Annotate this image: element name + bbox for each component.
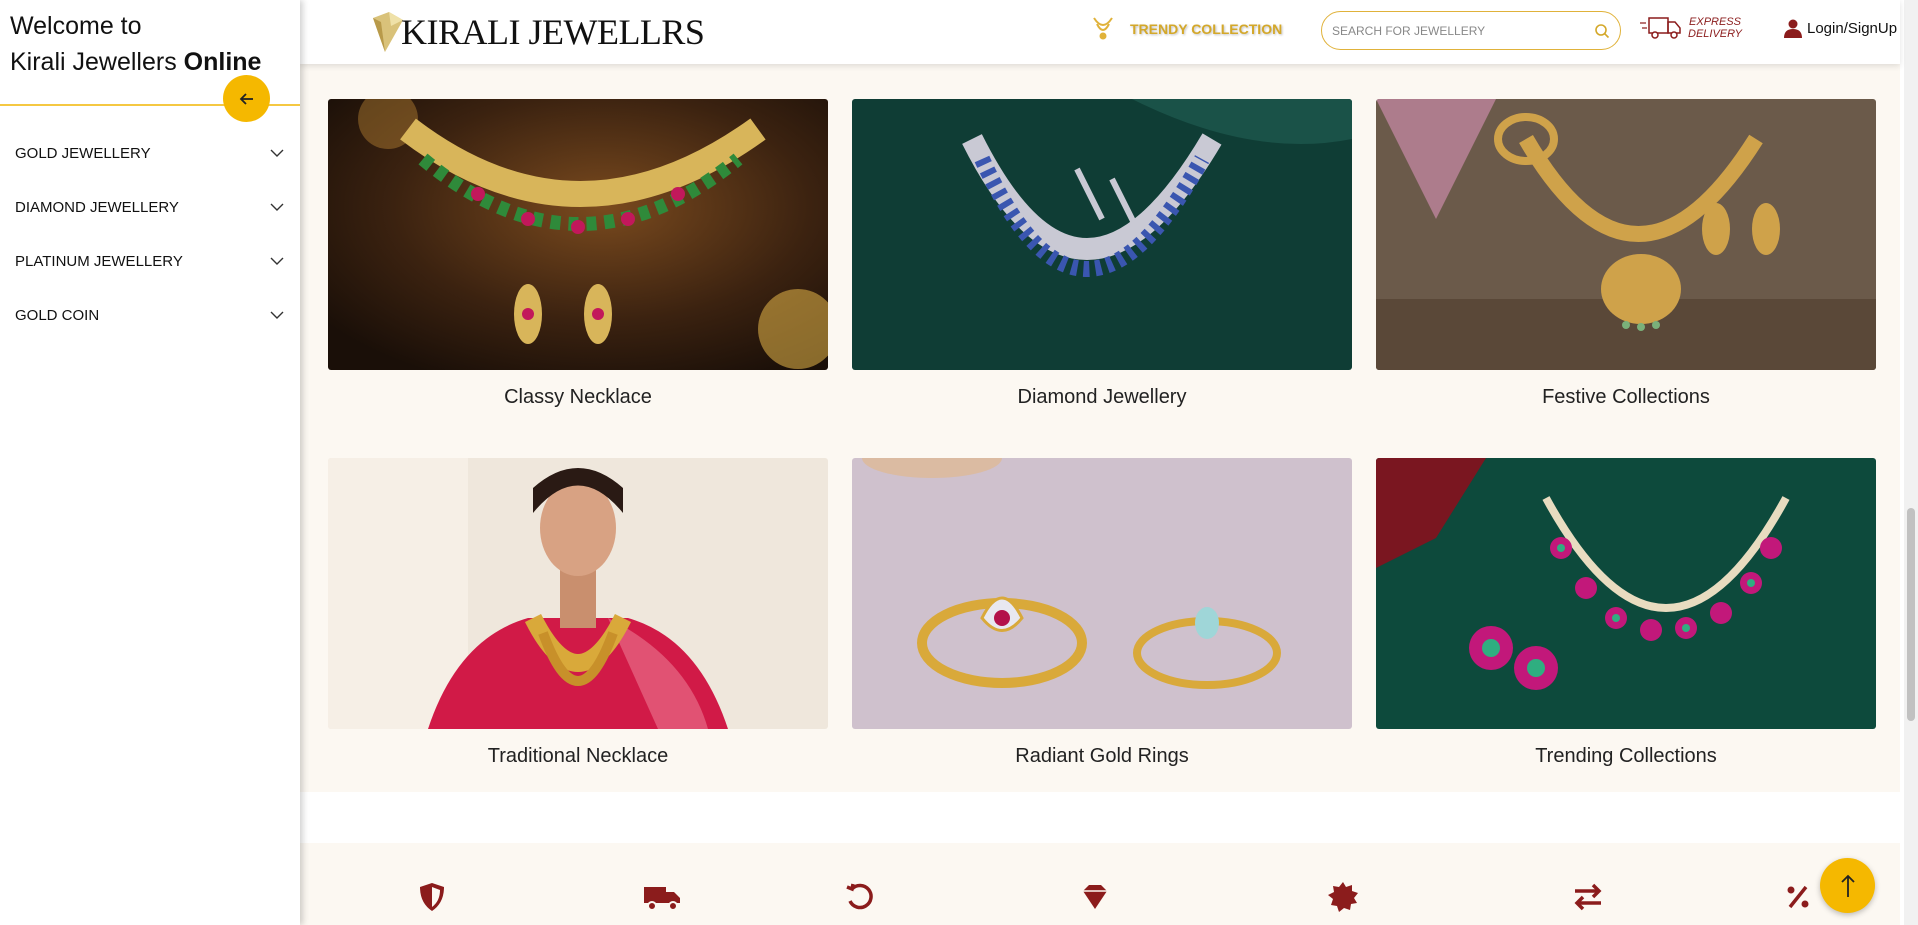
brand-name: KIRALI JEWELLRS (401, 12, 705, 52)
diamond-logo-icon (373, 12, 403, 52)
login-label: Login/SignUp (1807, 19, 1898, 37)
necklace-icon (1093, 17, 1113, 40)
collection-card-diamond-jewellery[interactable]: Diamond Jewellery (852, 99, 1352, 409)
welcome-bold: Online (183, 48, 262, 76)
collection-caption: Diamond Jewellery (1017, 386, 1187, 408)
collection-card-trending-collections[interactable]: Trending Collections (1376, 458, 1876, 768)
badge-icon (1328, 882, 1358, 912)
sidebar-item-gold-jewellery[interactable]: GOLD JEWELLERY (0, 126, 300, 180)
search-box (1321, 11, 1621, 50)
return-icon (846, 883, 873, 910)
delivery-label: DELIVERY (1688, 28, 1743, 40)
collection-image (1376, 99, 1876, 370)
brand-logo[interactable]: KIRALI JEWELLRS (371, 10, 705, 54)
arrow-left-icon (239, 92, 253, 105)
sidebar-item-label: GOLD JEWELLERY (15, 144, 151, 162)
collection-caption: Classy Necklace (504, 386, 652, 408)
collection-caption: Radiant Gold Rings (1015, 745, 1189, 767)
scrollbar-thumb[interactable] (1907, 508, 1915, 721)
collection-image (852, 99, 1352, 370)
chevron-down-icon (270, 149, 284, 157)
express-label: EXPRESS (1689, 16, 1741, 28)
collection-image (328, 99, 828, 370)
welcome-line-1: Welcome to (10, 12, 142, 40)
welcome-heading: Welcome to Kirali Jewellers Online (0, 0, 300, 80)
collection-card-radiant-gold-rings[interactable]: Radiant Gold Rings (852, 458, 1352, 768)
chevron-down-icon (270, 311, 284, 319)
collection-image (1376, 458, 1876, 729)
trendy-collection-label: TRENDY COLLECTION (1130, 21, 1283, 37)
sidebar-menu: Welcome to Kirali Jewellers Online GOLD … (0, 0, 300, 925)
collection-caption: Trending Collections (1535, 745, 1717, 767)
user-icon (1784, 19, 1802, 38)
page-scrollbar[interactable] (1904, 0, 1918, 925)
sidebar-item-label: PLATINUM JEWELLERY (15, 252, 183, 270)
collection-card-classy-necklace[interactable]: Classy Necklace (328, 99, 828, 409)
diamond-icon (1083, 885, 1107, 909)
scroll-to-top-button[interactable] (1820, 858, 1875, 913)
collection-card-traditional-necklace[interactable]: Traditional Necklace (328, 458, 828, 768)
arrow-up-icon (1840, 874, 1855, 897)
trendy-collection-link[interactable]: TRENDY COLLECTION (1092, 16, 1282, 42)
close-sidebar-button[interactable] (223, 75, 270, 122)
chevron-down-icon (270, 257, 284, 265)
features-strip (300, 843, 1900, 925)
exchange-icon (1574, 883, 1602, 911)
delivery-truck-icon (1640, 17, 1681, 39)
sidebar-item-platinum-jewellery[interactable]: PLATINUM JEWELLERY (0, 234, 300, 288)
search-icon[interactable] (1594, 23, 1610, 39)
collection-image (328, 458, 828, 729)
site-header: KIRALI JEWELLRS TRENDY COLLECTION EXPRES… (300, 0, 1900, 64)
percent-icon (1787, 885, 1809, 909)
shield-icon (420, 883, 444, 911)
express-delivery-badge: EXPRESS DELIVERY (1640, 15, 1742, 41)
search-input[interactable] (1332, 23, 1594, 38)
collection-card-festive-collections[interactable]: Festive Collections (1376, 99, 1876, 409)
collection-image (852, 458, 1352, 729)
sidebar-item-label: DIAMOND JEWELLERY (15, 198, 179, 216)
chevron-down-icon (270, 203, 284, 211)
category-menu: GOLD JEWELLERY DIAMOND JEWELLERY PLATINU… (0, 126, 300, 342)
sidebar-item-diamond-jewellery[interactable]: DIAMOND JEWELLERY (0, 180, 300, 234)
collection-caption: Festive Collections (1542, 386, 1710, 408)
collection-caption: Traditional Necklace (487, 745, 669, 767)
welcome-line-2: Kirali Jewellers (10, 48, 177, 76)
sidebar-item-label: GOLD COIN (15, 306, 100, 324)
login-signup-link[interactable]: Login/SignUp (1783, 18, 1897, 38)
collections-section: Classy Necklace Diamond Jewellery Festiv… (300, 64, 1900, 792)
sidebar-item-gold-coin[interactable]: GOLD COIN (0, 288, 300, 342)
truck-icon (644, 887, 680, 911)
